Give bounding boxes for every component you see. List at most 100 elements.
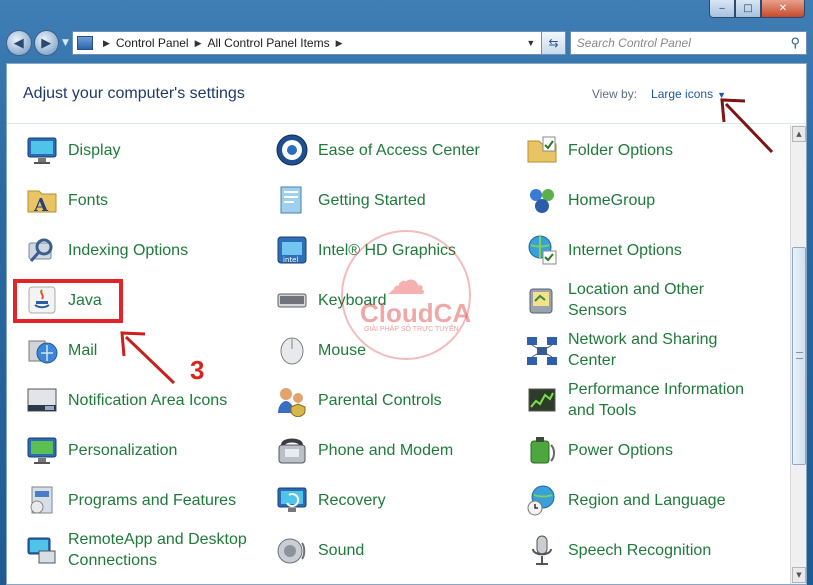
cloudca-watermark: ☁ CloudCA GIẢI PHÁP SỐ TRỰC TUYẾN	[336, 240, 476, 350]
item-label[interactable]: Programs and Features	[68, 490, 236, 511]
control-panel-item-programs-features[interactable]: Programs and Features	[25, 475, 265, 525]
view-by-value[interactable]: Large icons	[651, 87, 713, 101]
control-panel-item-parental-controls[interactable]: Parental Controls	[275, 375, 515, 425]
item-label[interactable]: Personalization	[68, 440, 177, 461]
maximize-button[interactable]: □	[735, 0, 761, 18]
region-language-icon	[525, 483, 559, 517]
programs-features-icon	[25, 483, 59, 517]
breadcrumb-separator-icon[interactable]: ▶	[195, 38, 202, 49]
window-controls: ‒ □ ✕	[709, 0, 805, 18]
item-label[interactable]: Ease of Access Center	[318, 140, 480, 161]
homegroup-icon	[525, 183, 559, 217]
control-panel-item-network-sharing[interactable]: Network and Sharing Center	[525, 325, 765, 375]
recent-pages-dropdown-icon[interactable]: ▼	[62, 38, 69, 48]
step-number: 3	[190, 355, 204, 386]
item-label[interactable]: RemoteApp and Desktop Connections	[68, 529, 253, 571]
minimize-button[interactable]: ‒	[709, 0, 735, 18]
svg-text:intel: intel	[283, 256, 298, 264]
fonts-icon: A	[25, 183, 59, 217]
breadcrumb-all-items[interactable]: All Control Panel Items	[208, 36, 330, 50]
scroll-down-button[interactable]: ▼	[792, 567, 806, 583]
java-highlight-box	[13, 279, 123, 323]
close-button[interactable]: ✕	[761, 0, 805, 18]
item-label[interactable]: Internet Options	[568, 240, 682, 261]
mail-icon	[25, 333, 59, 367]
control-panel-item-notification-area[interactable]: Notification Area Icons	[25, 375, 265, 425]
page-title: Adjust your computer's settings	[23, 85, 245, 103]
folder-options-icon	[525, 133, 559, 167]
item-label[interactable]: Speech Recognition	[568, 540, 711, 561]
ease-of-access-icon	[275, 133, 309, 167]
view-by-dropdown[interactable]: Large icons ▼	[651, 87, 726, 101]
control-panel-item-region-language[interactable]: Region and Language	[525, 475, 765, 525]
breadcrumb-control-panel[interactable]: Control Panel	[116, 36, 189, 50]
control-panel-item-mail[interactable]: Mail	[25, 325, 265, 375]
search-input[interactable]: Search Control Panel ⚲	[570, 31, 807, 55]
personalization-icon	[25, 433, 59, 467]
item-label[interactable]: Indexing Options	[68, 240, 188, 261]
control-panel-item-ease-of-access[interactable]: Ease of Access Center	[275, 125, 515, 175]
parental-controls-icon	[275, 383, 309, 417]
address-bar[interactable]: ▶ Control Panel ▶ All Control Panel Item…	[72, 31, 542, 55]
forward-button[interactable]: ▶	[34, 30, 60, 56]
control-panel-item-location-sensors[interactable]: Location and Other Sensors	[525, 275, 765, 325]
watermark-tagline: GIẢI PHÁP SỐ TRỰC TUYẾN	[364, 326, 459, 333]
item-label[interactable]: Phone and Modem	[318, 440, 453, 461]
view-by-control: View by: Large icons▼	[592, 87, 726, 101]
location-sensors-icon	[525, 283, 559, 317]
control-panel-item-internet-options[interactable]: Internet Options	[525, 225, 765, 275]
item-label[interactable]: Fonts	[68, 190, 108, 211]
breadcrumb-separator-icon[interactable]: ▶	[336, 38, 343, 49]
item-label[interactable]: Power Options	[568, 440, 673, 461]
breadcrumb-separator-icon[interactable]: ▶	[103, 38, 110, 49]
refresh-button[interactable]: ⇆	[542, 31, 566, 55]
chevron-down-icon[interactable]: ▼	[717, 90, 726, 100]
control-panel-item-personalization[interactable]: Personalization	[25, 425, 265, 475]
item-label[interactable]: Getting Started	[318, 190, 426, 211]
item-label[interactable]: Location and Other Sensors	[568, 279, 718, 321]
control-panel-item-display[interactable]: Display	[25, 125, 265, 175]
control-panel-item-folder-options[interactable]: Folder Options	[525, 125, 765, 175]
item-label[interactable]: Performance Information and Tools	[568, 379, 753, 421]
item-label[interactable]: Region and Language	[568, 490, 725, 511]
control-panel-item-getting-started[interactable]: Getting Started	[275, 175, 515, 225]
control-panel-item-power-options[interactable]: Power Options	[525, 425, 765, 475]
performance-icon	[525, 383, 559, 417]
item-label[interactable]: Notification Area Icons	[68, 390, 227, 411]
item-label[interactable]: Display	[68, 140, 120, 161]
item-label[interactable]: Recovery	[318, 490, 386, 511]
network-sharing-icon	[525, 333, 559, 367]
item-label[interactable]: Network and Sharing Center	[568, 329, 728, 371]
back-arrow-icon: ◀	[14, 36, 24, 51]
phone-modem-icon	[275, 433, 309, 467]
control-panel-item-speech-recognition[interactable]: Speech Recognition	[525, 525, 765, 575]
control-panel-item-sound[interactable]: Sound	[275, 525, 515, 575]
item-label[interactable]: Mail	[68, 340, 97, 361]
navigation-bar: ◀ ▶ ▼ ▶ Control Panel ▶ All Control Pane…	[6, 28, 807, 58]
keyboard-icon	[275, 283, 309, 317]
scroll-up-button[interactable]: ▲	[792, 126, 806, 142]
back-button[interactable]: ◀	[6, 30, 32, 56]
getting-started-icon	[275, 183, 309, 217]
search-icon[interactable]: ⚲	[790, 35, 800, 51]
sound-icon	[275, 533, 309, 567]
item-label[interactable]: Sound	[318, 540, 364, 561]
item-label[interactable]: Parental Controls	[318, 390, 442, 411]
address-dropdown-icon[interactable]: ▼	[520, 38, 541, 48]
control-panel-item-homegroup[interactable]: HomeGroup	[525, 175, 765, 225]
vertical-scrollbar[interactable]: ▲ ▼	[790, 125, 806, 584]
mouse-icon	[275, 333, 309, 367]
watermark-name: CloudCA	[360, 298, 471, 329]
scroll-thumb[interactable]	[792, 247, 806, 465]
indexing-options-icon	[25, 233, 59, 267]
notification-area-icon	[25, 383, 59, 417]
scroll-grip-icon	[796, 352, 803, 359]
control-panel-item-phone-modem[interactable]: Phone and Modem	[275, 425, 515, 475]
control-panel-item-remoteapp[interactable]: RemoteApp and Desktop Connections	[25, 525, 265, 575]
control-panel-item-recovery[interactable]: Recovery	[275, 475, 515, 525]
control-panel-item-indexing-options[interactable]: Indexing Options	[25, 225, 265, 275]
item-label[interactable]: Folder Options	[568, 140, 673, 161]
item-label[interactable]: HomeGroup	[568, 190, 655, 211]
control-panel-item-fonts[interactable]: A Fonts	[25, 175, 265, 225]
control-panel-item-performance[interactable]: Performance Information and Tools	[525, 375, 765, 425]
